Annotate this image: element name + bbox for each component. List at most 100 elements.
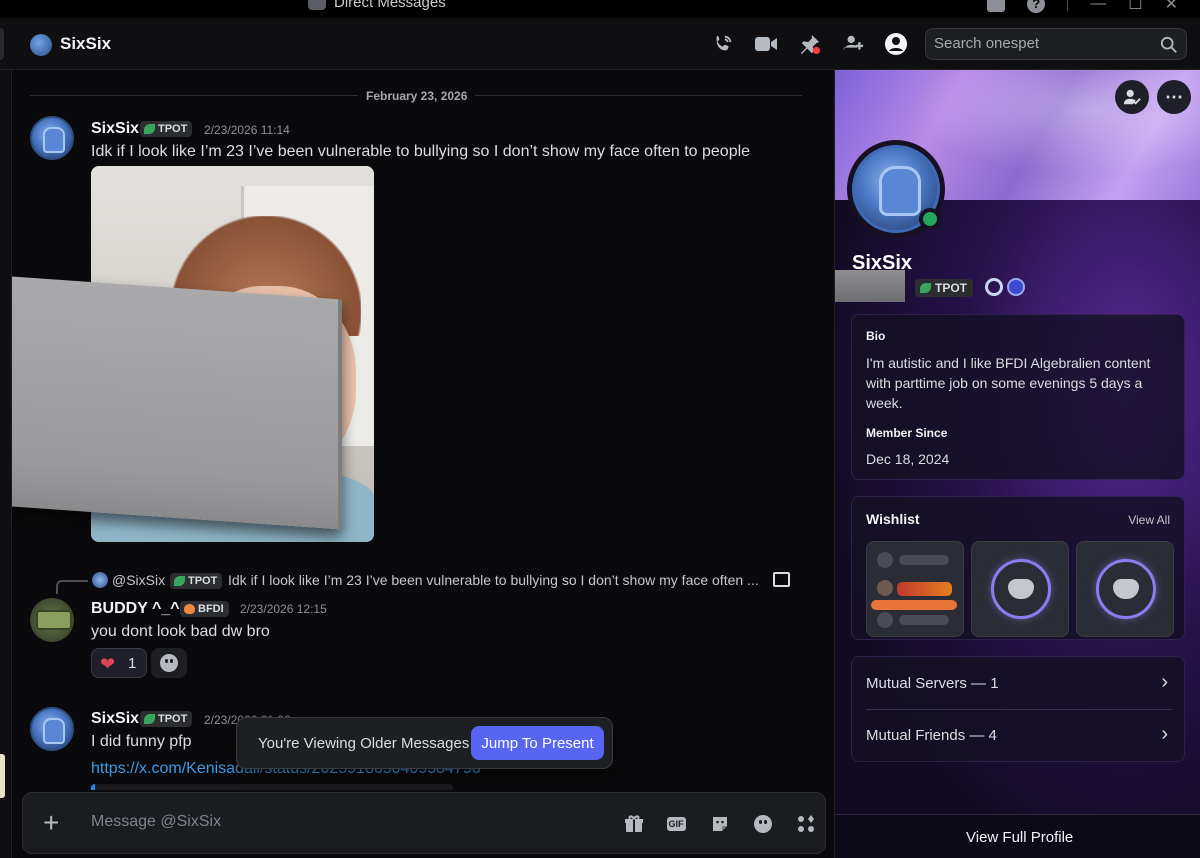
wishlist-preview-highlight [897,582,952,596]
wishlist-preview-dot [877,612,893,628]
chevron-right-icon[interactable]: › [1161,723,1168,746]
reply-author[interactable]: @SixSix [112,572,165,588]
wishlist-preview-dot [877,552,893,568]
add-reaction-button[interactable] [151,648,187,678]
message-text: you dont look bad dw bro [91,623,270,640]
redacted-username [835,270,905,302]
censor-overlay [12,276,342,530]
bio-label: Bio [866,329,886,343]
heart-emoji: ❤ [100,654,116,674]
mutual-friends-row[interactable]: Mutual Friends — 4 [866,727,997,744]
badge-icon[interactable] [985,278,1003,296]
older-messages-text: You're Viewing Older Messages [258,735,470,752]
search-bar[interactable] [925,28,1187,60]
message-author[interactable]: SixSix [91,120,139,138]
date-divider-label: February 23, 2026 [358,89,476,103]
emoji-icon [160,654,178,672]
mutual-servers-row[interactable]: Mutual Servers — 1 [866,675,999,692]
sidebar-pill[interactable] [0,754,5,798]
user-profile-panel: ⋯ SixSix TPOT Bio I'm autistic and I lik… [834,70,1200,858]
image-icon [773,572,790,587]
window-title-text: Direct Messages [334,0,446,11]
member-since-label: Member Since [866,426,948,440]
search-input[interactable] [934,35,1154,52]
message-author[interactable]: SixSix [91,710,139,728]
title-bar: Direct Messages ? — ☐ ✕ [0,0,1200,18]
avatar[interactable] [30,116,74,160]
reaction-count: 1 [128,655,137,672]
close-icon[interactable]: ✕ [1165,0,1178,14]
help-icon[interactable]: ? [1027,0,1046,13]
message-timestamp: 2/23/2026 12:15 [240,602,327,616]
link-embed[interactable] [91,784,453,790]
wishlist-label: Wishlist [866,511,920,527]
message-input[interactable] [91,813,571,831]
discord-logo-icon [1096,559,1156,619]
message-composer: + GIF [22,792,826,854]
jump-to-present-button[interactable]: Jump To Present [471,726,604,760]
gif-icon[interactable]: GIF [665,813,687,835]
more-options-icon[interactable]: ⋯ [1157,80,1191,114]
server-tag[interactable]: TPOT [140,711,193,727]
older-messages-toast: You're Viewing Older Messages Jump To Pr… [236,717,613,769]
emoji-icon [754,815,772,833]
reply-preview-text[interactable]: Idk if I look like I’m 23 I’ve been vuln… [228,572,759,588]
voice-call-icon[interactable] [710,32,736,56]
discord-logo-icon [308,0,326,10]
add-friends-to-dm-icon[interactable] [840,32,866,56]
upload-plus-icon[interactable]: + [43,809,59,837]
avatar[interactable] [30,707,74,751]
member-since-date: Dec 18, 2024 [866,451,950,467]
message-text: I did funny pfp [91,733,192,750]
online-status-icon [919,208,941,230]
wishlist-item[interactable] [866,541,964,637]
sidebar-edge [0,28,4,60]
user-profile-icon[interactable] [883,32,909,56]
maximize-icon[interactable]: ☐ [1128,0,1142,14]
message-text: Idk if I look like I’m 23 I’ve been vuln… [91,143,751,160]
view-full-profile-button[interactable]: View Full Profile [835,814,1200,858]
reply-avatar[interactable] [92,572,108,588]
sticker-icon[interactable] [709,813,731,835]
reply-server-tag: TPOT [170,573,223,589]
wishlist-card: Wishlist View All [851,496,1185,640]
add-friend-icon[interactable] [1115,80,1149,114]
gift-icon[interactable] [623,813,645,835]
avatar[interactable] [30,34,52,56]
avatar[interactable] [30,598,74,642]
wishlist-preview-bar [871,600,957,610]
chat-area: February 23, 2026 SixSix TPOT 2/23/2026 … [12,70,834,858]
view-all-link[interactable]: View All [1128,513,1170,527]
emoji-picker-icon[interactable] [752,813,774,835]
dm-title[interactable]: SixSix [60,34,111,54]
message-timestamp: 2/23/2026 11:14 [204,123,290,137]
view-full-profile-label: View Full Profile [966,829,1074,846]
bio-text: I'm autistic and I like BFDI Algebralien… [866,355,1151,411]
video-call-icon[interactable] [753,32,779,56]
bio-card: Bio I'm autistic and I like BFDI Algebra… [851,314,1185,480]
reply-connector [56,580,88,594]
profile-server-tag[interactable]: TPOT [915,279,973,297]
pinned-messages-icon[interactable] [797,32,823,56]
window-title: Direct Messages [308,0,446,11]
server-tag[interactable]: BFDI [180,601,229,617]
wishlist-preview-row [899,615,949,625]
search-icon[interactable] [1160,36,1178,59]
server-tag[interactable]: TPOT [140,121,193,137]
nitro-badge-icon[interactable] [1007,278,1025,296]
mutuals-card: Mutual Servers — 1 › Mutual Friends — 4 … [851,656,1185,762]
app-launcher-icon[interactable] [795,813,817,835]
wishlist-item[interactable] [971,541,1069,637]
wishlist-preview-dot [877,580,893,596]
divider [866,709,1172,710]
message-author[interactable]: BUDDY ^_^ [91,600,180,618]
reaction-heart[interactable]: ❤ 1 [91,648,147,678]
titlebar-divider [1067,0,1069,11]
dm-header: SixSix [0,18,1200,70]
profile-avatar[interactable] [847,140,945,238]
wishlist-preview-row [899,555,949,565]
inbox-icon[interactable] [987,0,1006,12]
wishlist-item[interactable] [1076,541,1174,637]
chevron-right-icon[interactable]: › [1161,671,1168,694]
minimize-icon[interactable]: — [1090,0,1106,13]
